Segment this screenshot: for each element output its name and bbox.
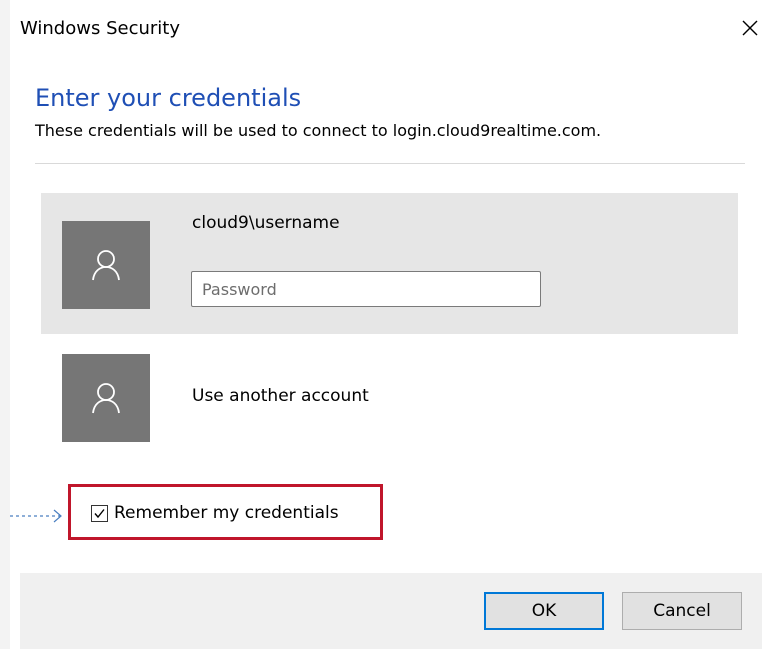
ok-button[interactable]: OK [484,592,604,630]
use-another-account-label: Use another account [192,386,369,406]
close-button[interactable] [736,14,762,42]
dialog-footer: OK Cancel [20,573,762,649]
dialog-heading: Enter your credentials [35,84,302,112]
checkmark-icon [94,508,105,518]
dialog-subtext: These credentials will be used to connec… [35,121,602,140]
user-icon [92,250,120,281]
pointer-arrow-icon [10,509,62,523]
remember-credentials-option[interactable]: Remember my credentials [91,503,339,523]
window-title: Windows Security [20,18,180,39]
divider [35,163,745,164]
remember-checkbox[interactable] [91,504,108,522]
avatar [62,354,150,442]
use-another-account-tile[interactable]: Use another account [41,351,738,443]
user-icon [92,383,120,414]
window-edge [0,0,10,649]
close-icon [742,20,758,36]
screen: Windows Security Enter your credentials … [0,0,762,649]
account-username: cloud9\username [192,213,340,233]
remember-label: Remember my credentials [114,503,339,523]
windows-security-dialog: Windows Security Enter your credentials … [10,0,762,649]
cancel-button[interactable]: Cancel [622,592,742,630]
password-field[interactable] [191,271,541,307]
account-tile-selected[interactable]: cloud9\username [41,193,738,334]
avatar [62,221,150,309]
